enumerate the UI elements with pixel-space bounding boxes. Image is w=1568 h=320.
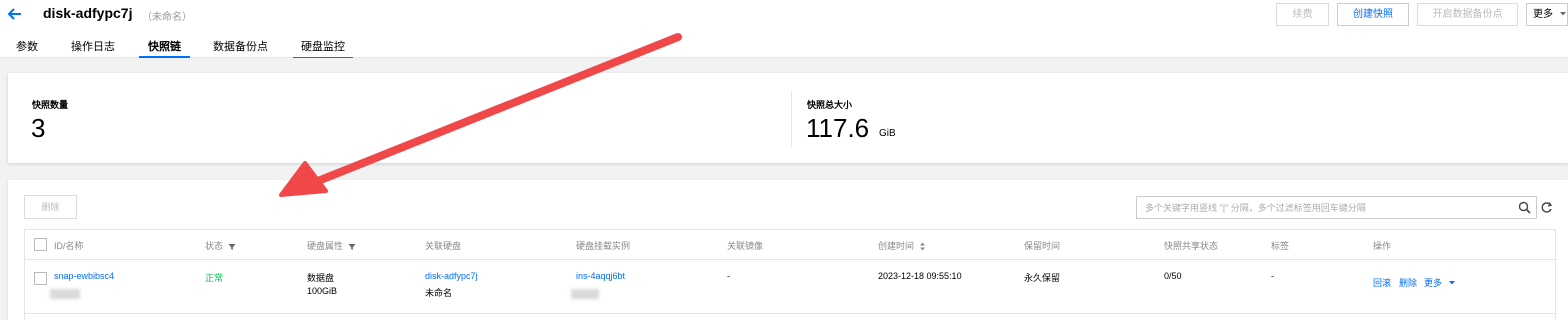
create-snapshot-button[interactable]: 创建快照: [1337, 3, 1409, 26]
snapshot-size-label: 快照总大小: [807, 100, 853, 110]
snapshot-id-link[interactable]: snap-ewbibsc4: [54, 271, 114, 281]
col-created-time-label: 创建时间: [878, 241, 915, 251]
table-header: ID/名称 状态 硬盘属性 关联硬盘 硬盘挂载实例 关联镜像 创建时间 保留时间…: [25, 230, 1557, 260]
tab-params[interactable]: 参数: [16, 38, 38, 58]
delete-button[interactable]: 删除: [24, 195, 77, 219]
col-status-label: 状态: [205, 241, 224, 251]
filter-icon[interactable]: [348, 243, 356, 251]
more-label: 更多: [1533, 9, 1553, 20]
rollback-link[interactable]: 回滚: [1373, 276, 1391, 289]
snapshot-size-unit: GiB: [879, 128, 896, 139]
search-icon[interactable]: [1518, 201, 1531, 214]
renew-button[interactable]: 续费: [1276, 3, 1329, 26]
page-subtitle: （未命名）: [142, 12, 192, 23]
status-badge: 正常: [205, 273, 224, 283]
more-actions-label: 更多: [1424, 278, 1443, 288]
col-disk-attribute[interactable]: 硬盘属性: [307, 239, 356, 252]
table-row: snap-ewbibsc4 正常 数据盘 100GiB disk-adfypc7…: [25, 261, 1557, 314]
snapshot-table: ID/名称 状态 硬盘属性 关联硬盘 硬盘挂载实例 关联镜像 创建时间 保留时间…: [24, 229, 1557, 320]
more-dropdown-button[interactable]: 更多: [1526, 3, 1568, 26]
col-id-name: ID/名称: [54, 241, 84, 251]
retention: 永久保留: [1024, 273, 1061, 283]
tab-operation-log[interactable]: 操作日志: [71, 38, 115, 58]
tab-disk-monitor[interactable]: 硬盘监控: [293, 38, 353, 58]
col-linked-image: 关联镜像: [727, 241, 764, 251]
more-actions-link[interactable]: 更多: [1424, 276, 1456, 289]
disk-type: 数据盘: [307, 273, 335, 283]
col-mounted-instance: 硬盘挂载实例: [576, 241, 631, 251]
share-status: 0/50: [1164, 271, 1182, 281]
redacted-name: [50, 289, 80, 299]
redacted-instance-name: [571, 289, 599, 299]
linked-disk-name: 未命名: [425, 288, 453, 298]
select-all-checkbox[interactable]: [34, 238, 47, 251]
page-title: disk-adfypc7j: [43, 5, 133, 21]
row-checkbox[interactable]: [34, 272, 47, 285]
tab-snapshot-chain[interactable]: 快照链: [139, 38, 190, 58]
disk-size: 100GiB: [307, 286, 338, 296]
refresh-icon[interactable]: [1540, 201, 1553, 214]
page-header: disk-adfypc7j （未命名） 续费 创建快照 开启数据备份点 更多 参…: [0, 0, 1568, 58]
tab-data-backup-point[interactable]: 数据备份点: [213, 38, 268, 58]
snapshot-list-panel: 删除 ID/名称 状态 硬盘属性 关联硬盘 硬盘挂载实例 关联镜像: [8, 180, 1568, 320]
col-linked-disk: 关联硬盘: [425, 241, 462, 251]
linked-image: -: [727, 271, 730, 281]
created-time: 2023-12-18 09:55:10: [878, 271, 962, 281]
col-created-time[interactable]: 创建时间: [878, 239, 926, 252]
col-status[interactable]: 状态: [205, 239, 236, 252]
stats-divider: [791, 91, 792, 147]
instance-link[interactable]: ins-4aqqj6bt: [576, 271, 625, 281]
snapshot-stats-card: 快照数量 3 快照总大小 117.6 GiB: [8, 73, 1568, 163]
linked-disk-link[interactable]: disk-adfypc7j: [425, 271, 478, 281]
delete-link[interactable]: 删除: [1399, 276, 1417, 289]
tags: -: [1271, 271, 1274, 281]
sort-icon[interactable]: [919, 242, 926, 251]
back-arrow-icon[interactable]: [6, 5, 24, 23]
snapshot-count-label: 快照数量: [32, 100, 69, 110]
snapshot-count-value: 3: [31, 113, 46, 143]
col-disk-attribute-label: 硬盘属性: [307, 241, 344, 251]
enable-backup-point-button[interactable]: 开启数据备份点: [1417, 3, 1518, 26]
col-tags: 标签: [1271, 241, 1290, 251]
col-retention: 保留时间: [1024, 241, 1061, 251]
chevron-down-icon: [1448, 281, 1455, 285]
col-actions: 操作: [1373, 241, 1392, 251]
snapshot-size-value: 117.6: [806, 113, 870, 143]
chevron-down-icon: [1559, 12, 1566, 16]
filter-icon[interactable]: [228, 243, 236, 251]
search-input[interactable]: [1145, 200, 1505, 215]
col-share-status: 快照共享状态: [1164, 241, 1219, 251]
search-box: [1136, 196, 1537, 219]
